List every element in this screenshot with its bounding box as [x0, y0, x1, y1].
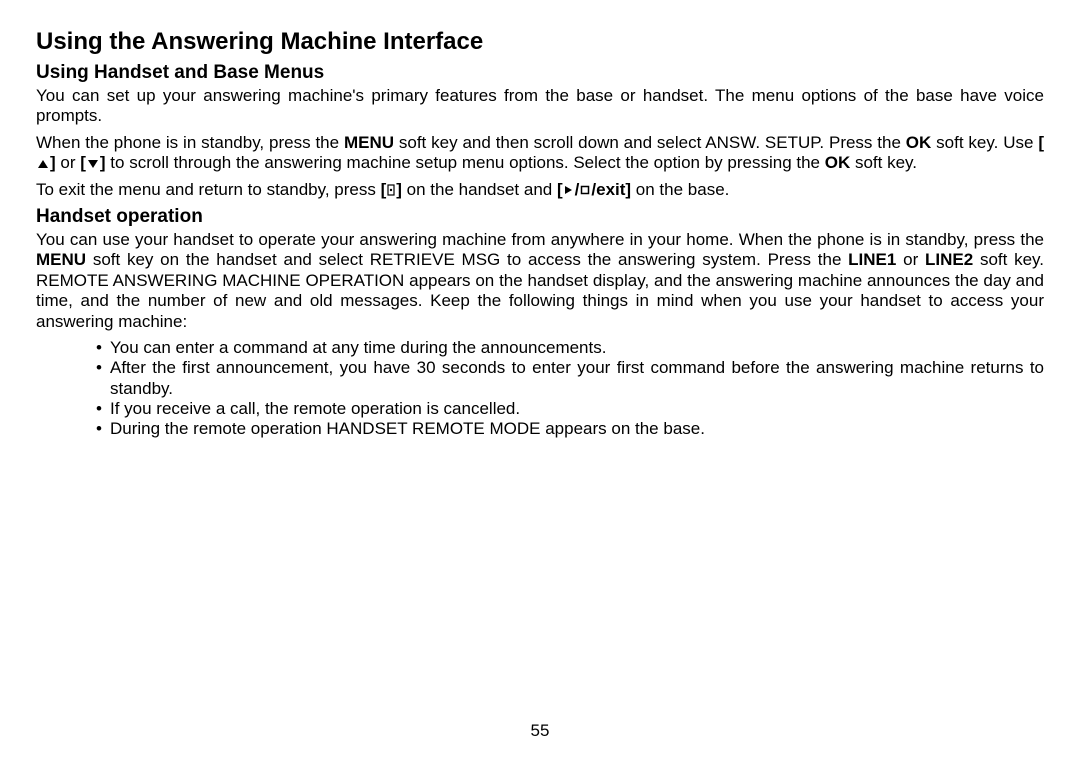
paragraph-exit: To exit the menu and return to standby, …: [36, 180, 1044, 200]
document-page: Using the Answering Machine Interface Us…: [0, 0, 1080, 759]
line2-key-label: LINE2: [925, 250, 973, 269]
page-number: 55: [0, 721, 1080, 741]
base-exit-icon: [//exit]: [557, 180, 631, 199]
text: soft key on the handset and select RETRI…: [86, 250, 848, 269]
ok-key-label: OK: [825, 153, 851, 172]
handset-exit-icon: []: [381, 180, 402, 199]
list-item: You can enter a command at any time duri…: [96, 338, 1044, 358]
text: to scroll through the answering machine …: [106, 153, 825, 172]
section-heading-menus: Using Handset and Base Menus: [36, 62, 1044, 84]
text: To exit the menu and return to standby, …: [36, 180, 381, 199]
list-item: After the first announcement, you have 3…: [96, 358, 1044, 399]
ok-key-label: OK: [906, 133, 932, 152]
line1-key-label: LINE1: [848, 250, 896, 269]
text: soft key. Use: [931, 133, 1038, 152]
text: or: [896, 250, 925, 269]
paragraph-menu-steps: When the phone is in standby, press the …: [36, 133, 1044, 174]
text: on the base.: [631, 180, 729, 199]
text: soft key and then scroll down and select…: [394, 133, 906, 152]
text: on the handset and: [402, 180, 557, 199]
menu-key-label: MENU: [344, 133, 394, 152]
text: When the phone is in standby, press the: [36, 133, 344, 152]
bullet-list: You can enter a command at any time duri…: [36, 338, 1044, 440]
page-title: Using the Answering Machine Interface: [36, 28, 1044, 56]
paragraph-handset-op: You can use your handset to operate your…: [36, 230, 1044, 332]
list-item: During the remote operation HANDSET REMO…: [96, 419, 1044, 439]
section-heading-handset-op: Handset operation: [36, 206, 1044, 228]
paragraph-intro: You can set up your answering machine's …: [36, 86, 1044, 127]
menu-key-label: MENU: [36, 250, 86, 269]
down-key-icon: []: [80, 153, 105, 172]
text: or: [56, 153, 81, 172]
text: soft key.: [850, 153, 917, 172]
text: You can use your handset to operate your…: [36, 230, 1044, 249]
list-item: If you receive a call, the remote operat…: [96, 399, 1044, 419]
